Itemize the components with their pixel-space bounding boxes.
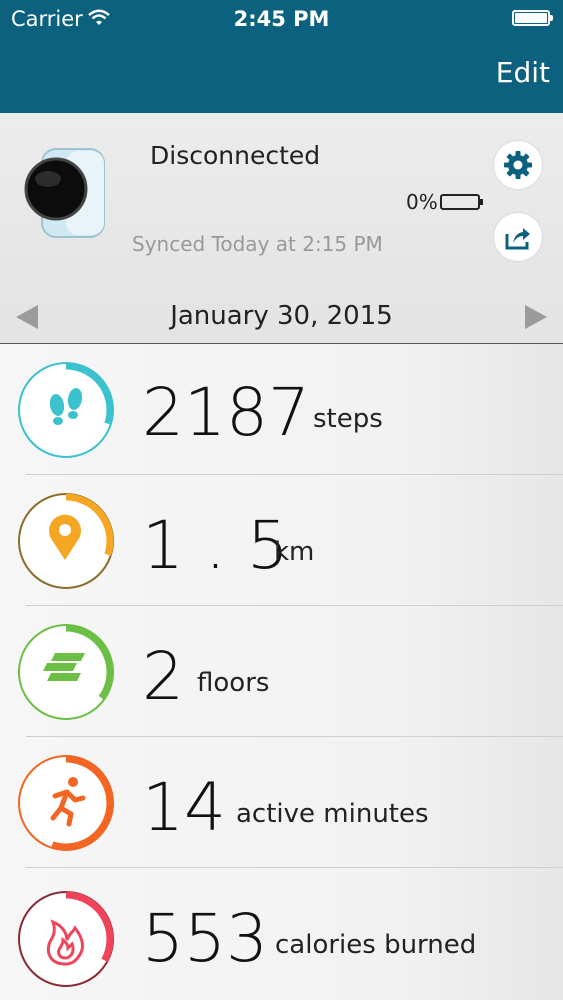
active-minutes-unit: active minutes [236,799,429,829]
calories-row[interactable]: 553 calories burned [0,868,563,999]
distance-progress-ring [18,493,114,589]
calories-unit: calories burned [275,930,477,960]
active-minutes-value: 14 [142,769,226,846]
share-button[interactable] [494,213,542,261]
clock: 2:45 PM [233,7,330,31]
floors-unit: floors [197,668,270,698]
device-battery: 0% [406,190,483,214]
active-minutes-progress-ring [18,755,114,851]
status-battery-icon [512,10,553,26]
steps-row[interactable]: 2187 steps [0,344,563,475]
floors-value: 2 [142,638,184,715]
distance-row[interactable]: 1 . 5 km [0,475,563,606]
connection-status: Disconnected [150,141,321,170]
edit-button[interactable]: Edit [496,56,550,89]
battery-icon [439,194,483,210]
steps-value: 2187 [142,374,310,451]
gear-icon [504,151,532,179]
active-minutes-row[interactable]: 14 active minutes [0,737,563,868]
current-date: January 30, 2015 [170,301,393,331]
distance-unit: km [274,537,315,567]
next-day-arrow-icon[interactable] [525,305,547,329]
watch-device-icon [24,148,105,238]
calories-progress-ring [18,891,114,987]
floors-row[interactable]: 2 floors [0,606,563,737]
date-navigator: January 30, 2015 [0,293,563,343]
navigation-bar: Carrier 2:45 PM Edit [0,0,563,113]
sync-status: Synced Today at 2:15 PM [132,232,383,256]
floors-progress-ring [18,624,114,720]
steps-progress-ring [18,362,114,458]
settings-button[interactable] [494,141,542,189]
activity-stats-list: 2187 steps 1 . 5 km 2 floors 14 active m… [0,344,563,1000]
distance-value: 1 . 5 [142,507,289,584]
share-icon [505,228,530,250]
battery-percent: 0% [406,190,438,214]
steps-unit: steps [313,404,383,434]
calories-value: 553 [142,900,268,977]
status-bar: Carrier 2:45 PM [0,0,563,38]
